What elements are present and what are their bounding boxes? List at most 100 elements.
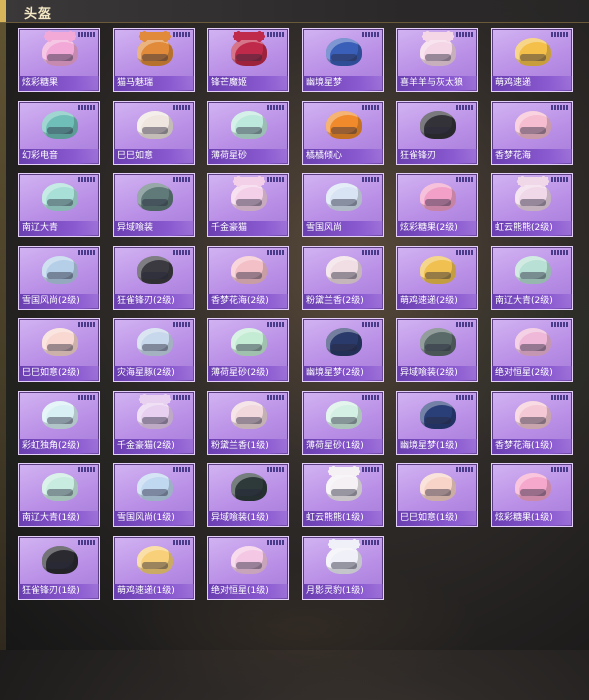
helmet-name: 幻彩电音: [19, 149, 99, 164]
mint-helmet-icon: [231, 111, 267, 139]
helmet-card[interactable]: 猫马魅瑞: [113, 28, 195, 92]
snow-helmet-lv2-icon: [42, 256, 78, 284]
rarity-badge-icon: [78, 250, 96, 255]
mecha-helmet-lv2-icon: [326, 328, 362, 356]
helmet-card[interactable]: 薄荷星砂(1级): [302, 391, 384, 455]
helmet-card[interactable]: 千金豪猫(2级): [113, 391, 195, 455]
helmet-card[interactable]: 香梦花海(1级): [491, 391, 573, 455]
helmet-name: 锋芒魔姬: [208, 76, 288, 91]
helmet-card[interactable]: 巳巳如意(1级): [396, 463, 478, 527]
helmet-card[interactable]: 幽境星梦(2级): [302, 318, 384, 382]
dragon-teal-helmet-icon: [42, 183, 78, 211]
helmet-name: 炫彩糖果: [19, 76, 99, 91]
helmet-card[interactable]: 幻彩电音: [18, 101, 100, 165]
helmet-card[interactable]: 粉黛兰香(2级): [302, 246, 384, 310]
helmet-card[interactable]: 炫彩糖果(1级): [491, 463, 573, 527]
pink-helmet-lv1-icon: [231, 401, 267, 429]
chick-helmet-lv1-icon: [137, 546, 173, 574]
helmet-card[interactable]: 虹云熊熊(2级): [491, 173, 573, 237]
helmet-card[interactable]: 锋芒魔姬: [207, 28, 289, 92]
helmet-card[interactable]: 萌鸡速递(1级): [113, 536, 195, 600]
helmet-name: 橘橘倾心: [303, 149, 383, 164]
candy-helmet-icon: [420, 183, 456, 211]
rarity-badge-icon: [551, 250, 569, 255]
helmet-card[interactable]: 狂雀锋刃: [396, 101, 478, 165]
helmet-card[interactable]: 绝对恒星(2级): [491, 318, 573, 382]
section-header: 头盔: [0, 0, 589, 23]
helmet-name: 香梦花海(1级): [492, 439, 572, 454]
black-bird-helmet-lv1-icon: [42, 546, 78, 574]
helmet-name: 幽境星梦(2级): [303, 366, 383, 381]
helmet-name: 南辽大青: [19, 221, 99, 236]
helmet-card[interactable]: 南辽大青: [18, 173, 100, 237]
helmet-name: 灾海星豚(2级): [114, 366, 194, 381]
rarity-badge-icon: [456, 395, 474, 400]
helmet-name: 粉黛兰香(2级): [303, 294, 383, 309]
chick-yellow-helmet-icon: [515, 38, 551, 66]
helmet-card[interactable]: 薄荷星砂(2级): [207, 318, 289, 382]
rarity-badge-icon: [78, 105, 96, 110]
helmet-card[interactable]: 幽境星梦(1级): [396, 391, 478, 455]
gas-mask-helmet-lv1-icon: [231, 473, 267, 501]
helmet-card[interactable]: 雪国风尚(2级): [18, 246, 100, 310]
helmet-card[interactable]: 绝对恒星(1级): [207, 536, 289, 600]
helmet-card[interactable]: 异域喰装(2级): [396, 318, 478, 382]
helmet-card[interactable]: 粉黛兰香(1级): [207, 391, 289, 455]
helmet-name: 萌鸡速递(2级): [397, 294, 477, 309]
rarity-badge-icon: [267, 250, 285, 255]
tech-teal-helmet-icon: [42, 111, 78, 139]
rarity-badge-icon: [456, 467, 474, 472]
helmet-card[interactable]: 萌鸡速递(2级): [396, 246, 478, 310]
helmet-card[interactable]: 南辽大青(2级): [491, 246, 573, 310]
section-title: 头盔: [24, 7, 53, 22]
gas-mask-helmet-lv2-icon: [420, 328, 456, 356]
helmet-card[interactable]: 异域喰装(1级): [207, 463, 289, 527]
helmet-card[interactable]: 异域喰装: [113, 173, 195, 237]
helmet-name: 狂雀锋刃: [397, 149, 477, 164]
helmet-name: 雪国风尚: [303, 221, 383, 236]
mint-helmet-lv2-icon: [231, 328, 267, 356]
rarity-badge-icon: [267, 32, 285, 37]
bear-helmet-lv1-icon: [326, 467, 362, 501]
helmet-card[interactable]: 狂雀锋刃(1级): [18, 536, 100, 600]
rarity-badge-icon: [362, 250, 380, 255]
helmet-card[interactable]: 炫彩糖果: [18, 28, 100, 92]
rarity-badge-icon: [551, 467, 569, 472]
snow-helmet-icon: [326, 183, 362, 211]
helmet-card[interactable]: 南辽大青(1级): [18, 463, 100, 527]
demon-red-helmet-icon: [231, 32, 267, 66]
helmet-name: 巳巳如意(1级): [397, 511, 477, 526]
rarity-badge-icon: [362, 540, 380, 545]
rarity-badge-icon: [173, 467, 191, 472]
helmet-name: 薄荷星砂: [208, 149, 288, 164]
helmet-card[interactable]: 月影灵豹(1级): [302, 536, 384, 600]
helmet-card[interactable]: 巳巳如意: [113, 101, 195, 165]
helmet-card[interactable]: 炫彩糖果(2级): [396, 173, 478, 237]
helmet-card[interactable]: 灾海星豚(2级): [113, 318, 195, 382]
rarity-badge-icon: [78, 395, 96, 400]
helmet-card[interactable]: 幽境星梦: [302, 28, 384, 92]
helmet-card[interactable]: 橘橘倾心: [302, 101, 384, 165]
helmet-name: 绝对恒星(1级): [208, 584, 288, 599]
mecha-helmet-lv1-icon: [420, 401, 456, 429]
helmet-card[interactable]: 彩虹独角(2级): [18, 391, 100, 455]
rarity-badge-icon: [362, 322, 380, 327]
rarity-badge-icon: [78, 322, 96, 327]
rarity-badge-icon: [173, 395, 191, 400]
helmet-card[interactable]: 喜羊羊与灰太狼: [396, 28, 478, 92]
candy-helmet-lv1-icon: [515, 473, 551, 501]
helmet-card[interactable]: 雪国风尚: [302, 173, 384, 237]
helmet-name: 异域喰装(1级): [208, 511, 288, 526]
helmet-name: 彩虹独角(2级): [19, 439, 99, 454]
helmet-card[interactable]: 香梦花海: [491, 101, 573, 165]
helmet-card[interactable]: 萌鸡速递: [491, 28, 573, 92]
helmet-card[interactable]: 虹云熊熊(1级): [302, 463, 384, 527]
helmet-card[interactable]: 巳巳如意(2级): [18, 318, 100, 382]
helmet-card[interactable]: 薄荷星砂: [207, 101, 289, 165]
left-rail-decoration: [0, 22, 6, 650]
helmet-name: 狂雀锋刃(1级): [19, 584, 99, 599]
helmet-card[interactable]: 千金豪猫: [207, 173, 289, 237]
helmet-card[interactable]: 狂雀锋刃(2级): [113, 246, 195, 310]
helmet-card[interactable]: 雪国风尚(1级): [113, 463, 195, 527]
helmet-card[interactable]: 香梦花海(2级): [207, 246, 289, 310]
